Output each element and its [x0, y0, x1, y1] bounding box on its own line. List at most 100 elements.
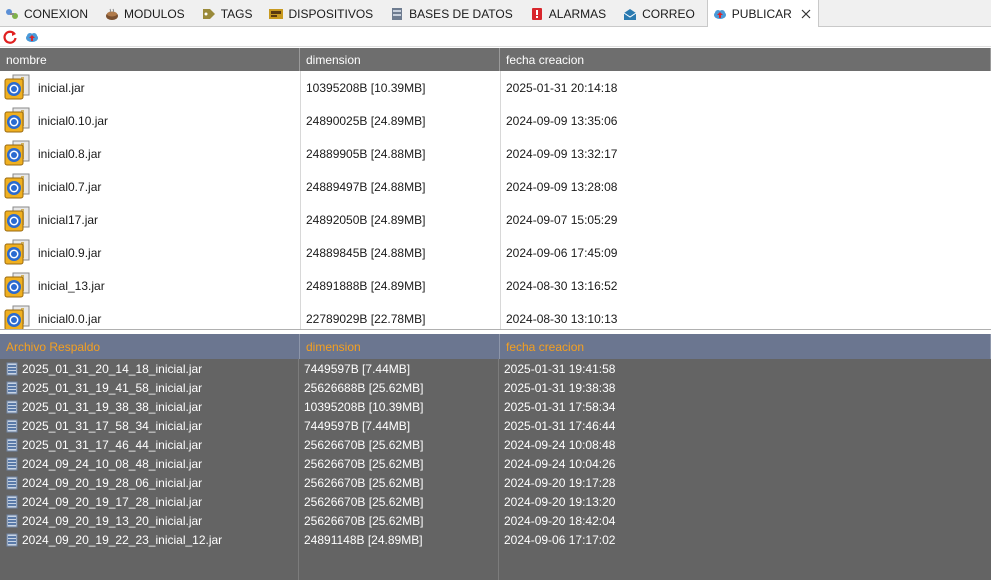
backup-row[interactable]: 2024_09_20_19_17_28_inicial.jar 25626670B… [0, 492, 991, 511]
column-header-dimension[interactable]: dimension [300, 334, 500, 359]
backup-row[interactable]: 2024_09_20_19_13_20_inicial.jar 25626670B… [0, 511, 991, 530]
backup-size: 7449597B [7.44MB] [304, 361, 411, 376]
tab-dispositivos[interactable]: DISPOSITIVOS [264, 0, 385, 27]
refresh-button[interactable] [2, 29, 18, 45]
backup-name-cell: 2024_09_20_19_13_20_inicial.jar [0, 511, 298, 530]
archive-icon [6, 476, 18, 489]
file-date: 2024-09-09 13:35:06 [506, 113, 618, 128]
backups-table-body: 2025_01_31_20_14_18_inicial.jar 7449597B … [0, 359, 991, 549]
backup-row[interactable]: 2024_09_20_19_22_23_inicial_12.jar 248911… [0, 530, 991, 549]
java-file-icon [4, 239, 30, 264]
file-date: 2024-09-09 13:32:17 [506, 146, 618, 161]
column-divider [498, 359, 499, 580]
java-file-icon [4, 173, 30, 198]
backup-date: 2024-09-20 18:42:04 [504, 513, 616, 528]
backup-name: 2024_09_20_19_13_20_inicial.jar [22, 513, 203, 528]
archive-icon [6, 514, 18, 527]
backup-name: 2024_09_20_19_28_06_inicial.jar [22, 475, 203, 490]
java-file-icon [4, 206, 30, 231]
column-header-fecha[interactable]: fecha creacion [500, 334, 991, 359]
column-header-dimension[interactable]: dimension [300, 48, 500, 71]
close-icon[interactable] [800, 8, 812, 20]
column-divider [298, 359, 299, 580]
file-date: 2024-09-06 17:45:09 [506, 245, 618, 260]
file-date: 2024-08-30 13:10:13 [506, 311, 618, 326]
file-size: 24889845B [24.88MB] [306, 245, 426, 260]
java-file-icon [4, 74, 30, 99]
file-name-cell: inicial0.7.jar [0, 170, 300, 203]
backup-date: 2024-09-20 19:13:20 [504, 494, 616, 509]
file-name: inicial0.7.jar [38, 179, 102, 194]
file-size: 24892050B [24.89MB] [306, 212, 426, 227]
tab-alarmas[interactable]: ALARMAS [525, 0, 618, 27]
tab-correo[interactable]: CORREO [618, 0, 707, 27]
files-table-body: inicial.jar 10395208B [10.39MB] 2025-01-31… [0, 71, 991, 329]
backup-name: 2024_09_20_19_17_28_inicial.jar [22, 494, 203, 509]
coffee-icon [104, 6, 120, 22]
column-header-fecha[interactable]: fecha creacion [500, 48, 991, 71]
backup-name: 2025_01_31_17_58_34_inicial.jar [22, 418, 203, 433]
backup-name: 2025_01_31_20_14_18_inicial.jar [22, 361, 203, 376]
backup-date: 2025-01-31 19:41:58 [504, 361, 616, 376]
backup-row[interactable]: 2025_01_31_19_41_58_inicial.jar 25626688B… [0, 378, 991, 397]
files-table-header: nombre dimension fecha creacion [0, 48, 991, 71]
tab-conexion[interactable]: CONEXION [0, 0, 100, 27]
file-row[interactable]: inicial0.10.jar 24890025B [24.89MB] 2024-0… [0, 104, 991, 137]
column-header-nombre[interactable]: nombre [0, 48, 300, 71]
file-row[interactable]: inicial.jar 10395208B [10.39MB] 2025-01-31… [0, 71, 991, 104]
tab-label: CONEXION [24, 6, 89, 21]
backup-row[interactable]: 2024_09_24_10_08_48_inicial.jar 25626670B… [0, 454, 991, 473]
backup-name: 2025_01_31_19_38_38_inicial.jar [22, 399, 203, 414]
backup-name: 2025_01_31_19_41_58_inicial.jar [22, 380, 203, 395]
file-row[interactable]: inicial_13.jar 24891888B [24.89MB] 2024-08… [0, 269, 991, 302]
tab-tags[interactable]: TAGS [197, 0, 265, 27]
tab-label: PUBLICAR [731, 7, 792, 21]
file-name: inicial0.0.jar [38, 311, 102, 326]
tab-bar: CONEXION MODULOS TAGS DISPOSITIVOS BASES… [0, 0, 991, 28]
backup-size: 25626670B [25.62MB] [304, 513, 424, 528]
tag-icon [201, 6, 217, 22]
backup-row[interactable]: 2025_01_31_17_58_34_inicial.jar 7449597B … [0, 416, 991, 435]
tab-modulos[interactable]: MODULOS [100, 0, 197, 27]
backup-name: 2024_09_24_10_08_48_inicial.jar [22, 456, 203, 471]
file-size: 24889905B [24.88MB] [306, 146, 426, 161]
tab-label: MODULOS [124, 6, 185, 21]
tab-publicar[interactable]: PUBLICAR [706, 0, 819, 28]
backup-row[interactable]: 2025_01_31_17_46_44_inicial.jar 25626670B… [0, 435, 991, 454]
tab-label: TAGS [220, 6, 253, 21]
mail-icon [622, 6, 638, 22]
backup-date: 2024-09-24 10:08:48 [504, 437, 616, 452]
file-name-cell: inicial_13.jar [0, 269, 300, 302]
backup-date: 2024-09-20 19:17:28 [504, 475, 616, 490]
file-date: 2024-08-30 13:16:52 [506, 278, 618, 293]
backup-name-cell: 2025_01_31_17_46_44_inicial.jar [0, 435, 298, 454]
file-row[interactable]: inicial17.jar 24892050B [24.89MB] 2024-09-… [0, 203, 991, 236]
backup-name-cell: 2025_01_31_20_14_18_inicial.jar [0, 359, 298, 378]
file-name: inicial_13.jar [38, 278, 105, 293]
backup-date: 2025-01-31 19:38:38 [504, 380, 616, 395]
backup-name-cell: 2024_09_24_10_08_48_inicial.jar [0, 454, 298, 473]
archive-icon [6, 362, 18, 375]
file-row[interactable]: inicial0.7.jar 24889497B [24.88MB] 2024-09… [0, 170, 991, 203]
tab-label: ALARMAS [548, 6, 607, 21]
java-file-icon [4, 107, 30, 132]
file-name-cell: inicial17.jar [0, 203, 300, 236]
file-row[interactable]: inicial0.9.jar 24889845B [24.88MB] 2024-09… [0, 236, 991, 269]
tab-bases-de-datos[interactable]: BASES DE DATOS [385, 0, 525, 27]
archive-icon [6, 419, 18, 432]
backup-name-cell: 2025_01_31_19_38_38_inicial.jar [0, 397, 298, 416]
file-row[interactable]: inicial0.8.jar 24889905B [24.88MB] 2024-09… [0, 137, 991, 170]
backup-size: 25626670B [25.62MB] [304, 437, 424, 452]
file-row[interactable]: inicial0.0.jar 22789029B [22.78MB] 2024-08… [0, 302, 991, 329]
backup-row[interactable]: 2025_01_31_19_38_38_inicial.jar 10395208B… [0, 397, 991, 416]
backup-name-cell: 2025_01_31_17_58_34_inicial.jar [0, 416, 298, 435]
column-header-archivo-respaldo[interactable]: Archivo Respaldo [0, 334, 300, 359]
file-name: inicial0.8.jar [38, 146, 102, 161]
backup-size: 25626688B [25.62MB] [304, 380, 424, 395]
backup-row[interactable]: 2024_09_20_19_28_06_inicial.jar 25626670B… [0, 473, 991, 492]
backup-date: 2024-09-06 17:17:02 [504, 532, 616, 547]
backup-size: 25626670B [25.62MB] [304, 475, 424, 490]
archive-icon [6, 495, 18, 508]
publish-button[interactable] [24, 29, 40, 45]
backup-row[interactable]: 2025_01_31_20_14_18_inicial.jar 7449597B … [0, 359, 991, 378]
